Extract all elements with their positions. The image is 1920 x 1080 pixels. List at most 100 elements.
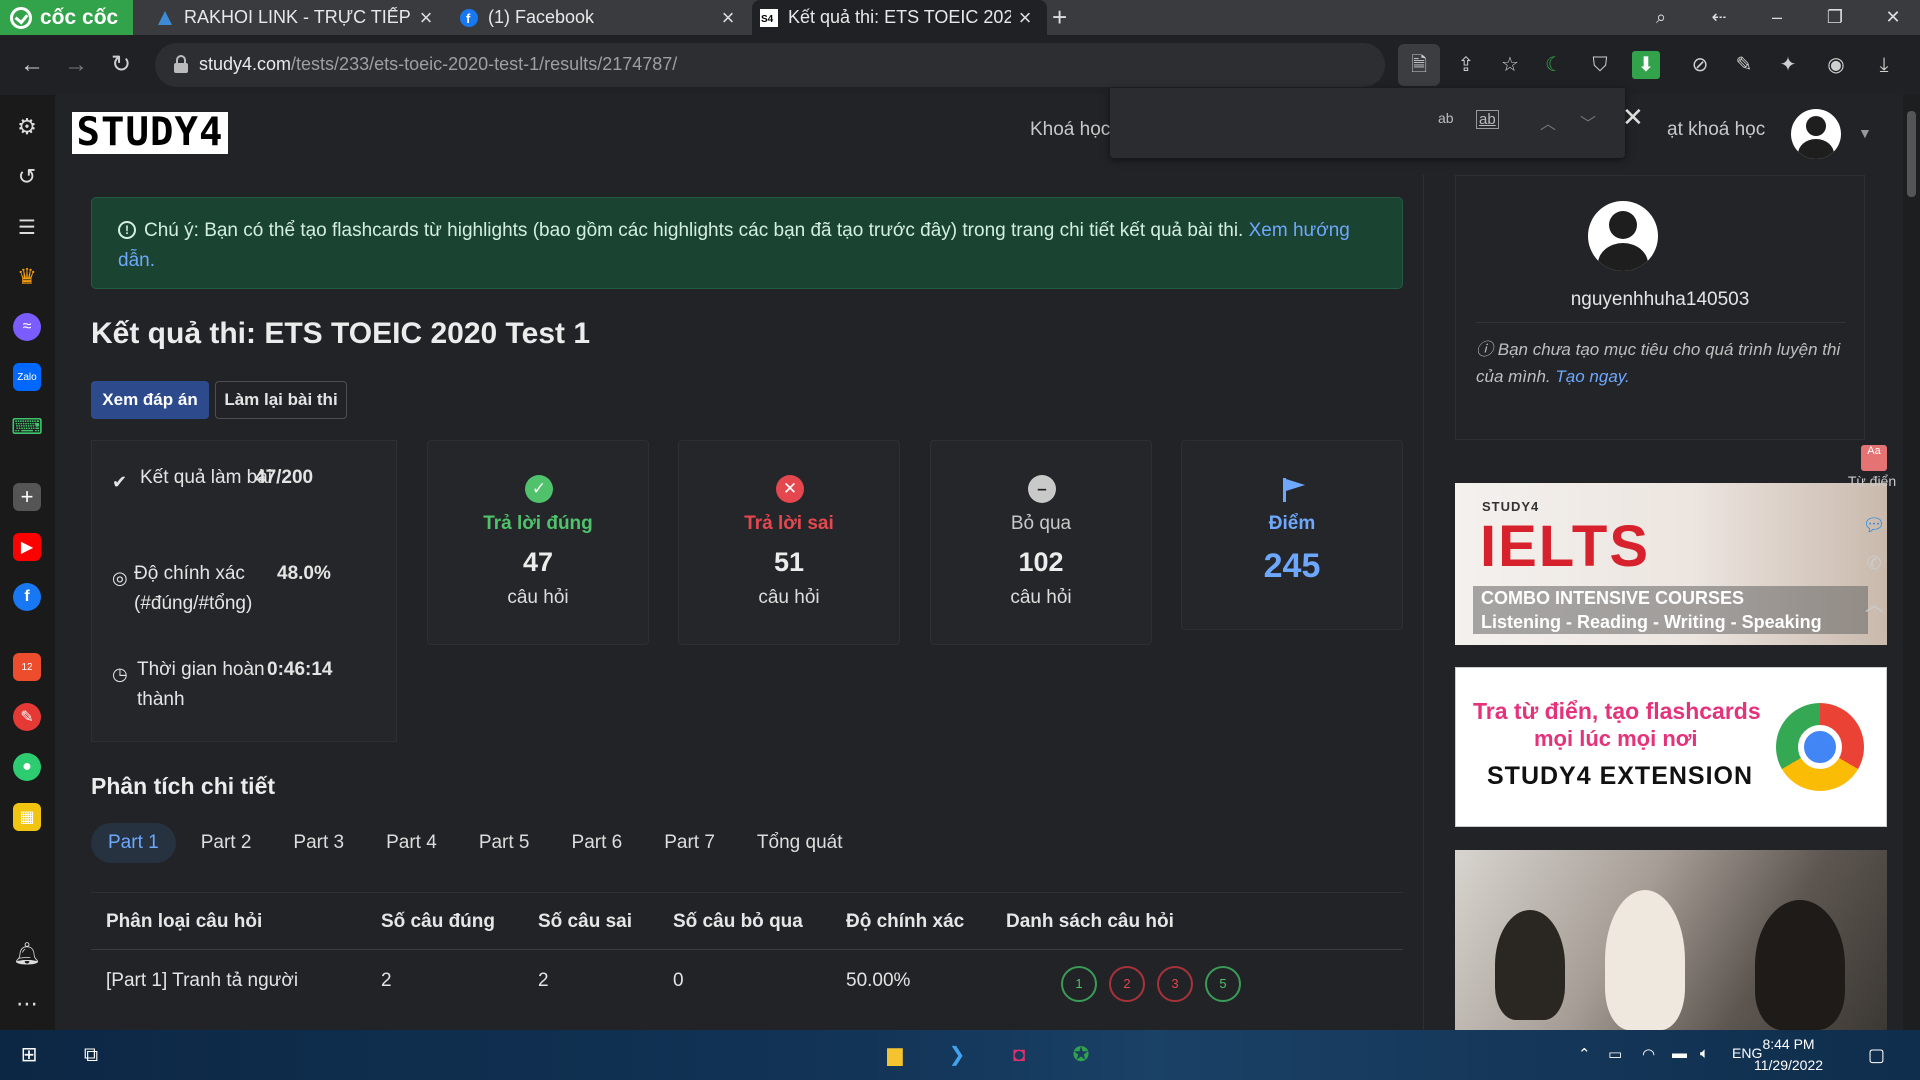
- card-correct: ✓ Trả lời đúng 47 câu hỏi: [427, 440, 649, 645]
- pen-extension-icon[interactable]: ✎: [1730, 51, 1758, 79]
- notes-app-icon[interactable]: ✎: [13, 703, 41, 731]
- x-circle-icon: ✕: [776, 475, 804, 503]
- forward-arrow-icon[interactable]: →: [60, 49, 92, 81]
- whole-word-icon[interactable]: ab: [1476, 110, 1499, 129]
- coccoc-menu-button[interactable]: cốc cốc: [0, 0, 133, 35]
- card-skipped: – Bỏ qua 102 câu hỏi: [930, 440, 1152, 645]
- vscode-icon[interactable]: ❯: [942, 1040, 972, 1070]
- retake-test-button[interactable]: Làm lại bài thi: [215, 381, 347, 419]
- game-app-icon[interactable]: ▦: [13, 803, 41, 831]
- profile-icon[interactable]: ◉: [1822, 51, 1850, 79]
- address-bar[interactable]: study4.com/tests/233/ets-toeic-2020-test…: [155, 43, 1385, 87]
- close-tab-icon[interactable]: ×: [714, 5, 742, 31]
- ielts-course-banner[interactable]: STUDY4 IELTS COMBO INTENSIVE COURSES Lis…: [1455, 483, 1887, 645]
- close-find-icon[interactable]: ✕: [1622, 102, 1644, 133]
- facebook-icon[interactable]: f: [13, 583, 41, 611]
- extension-banner[interactable]: Tra từ điển, tạo flashcards mọi lúc mọi …: [1455, 667, 1887, 827]
- tab-overview[interactable]: Tổng quát: [740, 823, 860, 863]
- page-scrollbar[interactable]: [1903, 95, 1920, 1030]
- tab-search-icon[interactable]: ⌕: [1632, 7, 1690, 28]
- scroll-thumb[interactable]: [1907, 111, 1916, 197]
- gamepad-icon[interactable]: ⌨: [11, 413, 43, 441]
- tab-part-2[interactable]: Part 2: [184, 823, 269, 863]
- tab-part-6[interactable]: Part 6: [555, 823, 640, 863]
- messenger-icon[interactable]: ≈: [13, 313, 41, 341]
- crown-icon[interactable]: ♛: [13, 263, 41, 291]
- study-photo-banner[interactable]: [1455, 850, 1887, 1030]
- create-goal-link[interactable]: Tạo ngay.: [1555, 367, 1629, 386]
- tab-part-4[interactable]: Part 4: [369, 823, 454, 863]
- battery-icon[interactable]: ▬: [1672, 1045, 1687, 1062]
- flag-icon: [1283, 478, 1305, 502]
- question-5-bubble[interactable]: 5: [1205, 966, 1241, 1002]
- nav-activate-course[interactable]: ạt khoá học: [1667, 119, 1765, 141]
- network-icon[interactable]: ▭: [1608, 1045, 1622, 1063]
- column-header: Phân loại câu hỏi: [106, 911, 263, 932]
- tab-facebook[interactable]: f (1) Facebook ×: [452, 0, 750, 35]
- add-app-icon[interactable]: +: [13, 483, 41, 511]
- close-window-icon[interactable]: ✕: [1864, 7, 1920, 28]
- phone-icon[interactable]: ✆: [1861, 553, 1887, 579]
- reading-list-icon[interactable]: ☰: [13, 213, 41, 241]
- settings-gear-icon[interactable]: ⚙: [13, 113, 41, 141]
- download-extension-icon[interactable]: ⬇: [1632, 51, 1660, 79]
- chevron-up-icon[interactable]: ⌃: [1578, 1045, 1591, 1063]
- notification-center-icon[interactable]: ▢: [1868, 1045, 1885, 1066]
- coccoc-taskbar-icon[interactable]: ✪: [1066, 1040, 1096, 1070]
- nav-courses[interactable]: Khoá học: [1030, 119, 1110, 141]
- tab-part-3[interactable]: Part 3: [276, 823, 361, 863]
- shopee-icon[interactable]: 12: [13, 653, 41, 681]
- more-dots-icon[interactable]: ⋯: [13, 990, 41, 1018]
- wifi-icon[interactable]: ◠: [1642, 1045, 1655, 1063]
- tab-rakhoi[interactable]: RAKHOI LINK - TRỰC TIẾP BÓ ×: [148, 0, 448, 35]
- find-input[interactable]: [1124, 102, 1424, 142]
- question-1-bubble[interactable]: 1: [1061, 966, 1097, 1002]
- new-tab-button[interactable]: +: [1052, 2, 1067, 33]
- clock-date: 11/29/2022: [1754, 1057, 1824, 1073]
- tab-part-5[interactable]: Part 5: [462, 823, 547, 863]
- instagram-icon[interactable]: ◘: [1004, 1040, 1034, 1070]
- file-explorer-icon[interactable]: ▆: [880, 1040, 910, 1070]
- shield-extension-icon[interactable]: ⛉: [1586, 51, 1614, 79]
- zalo-icon[interactable]: Zalo: [13, 363, 41, 391]
- task-view-icon[interactable]: ⧉: [76, 1040, 106, 1070]
- youtube-icon[interactable]: ▶: [13, 533, 41, 561]
- chevron-down-icon[interactable]: ▼: [1858, 125, 1872, 141]
- notification-bell-icon[interactable]: 🔔︎: [13, 940, 41, 968]
- football-icon[interactable]: ●: [13, 753, 41, 781]
- taskbar-clock[interactable]: 8:44 PM 11/29/2022: [1754, 1034, 1823, 1076]
- tab-part-7[interactable]: Part 7: [647, 823, 732, 863]
- back-history-icon[interactable]: ⇠: [1690, 7, 1748, 28]
- dark-mode-moon-icon[interactable]: ☾: [1540, 51, 1568, 79]
- scroll-top-icon[interactable]: ︿: [1861, 591, 1887, 617]
- volume-icon[interactable]: 🔈︎: [1700, 1045, 1709, 1062]
- question-2-bubble[interactable]: 2: [1109, 966, 1145, 1002]
- dictionary-icon[interactable]: Aa: [1861, 445, 1887, 471]
- find-previous-icon[interactable]: ︿: [1540, 110, 1556, 134]
- close-tab-icon[interactable]: ×: [1011, 5, 1039, 31]
- maximize-icon[interactable]: ❐: [1806, 7, 1864, 28]
- question-3-bubble[interactable]: 3: [1157, 966, 1193, 1002]
- messenger-chat-icon[interactable]: 💬︎: [1861, 515, 1887, 541]
- tab-study4-result[interactable]: S4 Kết quả thi: ETS TOEIC 2020 T ×: [752, 0, 1047, 35]
- clock-time: 8:44 PM: [1762, 1036, 1815, 1052]
- windows-start-icon[interactable]: ⊞: [14, 1040, 44, 1070]
- back-arrow-icon[interactable]: ←: [16, 49, 48, 81]
- history-icon[interactable]: ↺: [13, 163, 41, 191]
- close-tab-icon[interactable]: ×: [412, 5, 440, 31]
- downloads-icon[interactable]: ⤓: [1870, 51, 1898, 79]
- compass-extension-icon[interactable]: ⊘: [1686, 51, 1714, 79]
- rakhoi-favicon-icon: [158, 10, 172, 25]
- tab-part-1[interactable]: Part 1: [91, 823, 176, 863]
- share-icon[interactable]: ⇪: [1452, 51, 1480, 79]
- user-avatar[interactable]: [1791, 109, 1841, 159]
- match-case-icon[interactable]: ab: [1438, 110, 1454, 126]
- study4-logo[interactable]: STUDY4: [72, 112, 228, 154]
- bookmark-star-icon[interactable]: ☆: [1496, 51, 1524, 79]
- extensions-puzzle-icon[interactable]: ✦: [1774, 51, 1802, 79]
- view-answers-button[interactable]: Xem đáp án: [91, 381, 209, 419]
- find-in-page-icon[interactable]: 🗎: [1398, 44, 1440, 86]
- reload-icon[interactable]: ↻: [105, 49, 137, 81]
- find-next-icon[interactable]: ﹀: [1580, 110, 1596, 134]
- minimize-icon[interactable]: –: [1748, 7, 1806, 28]
